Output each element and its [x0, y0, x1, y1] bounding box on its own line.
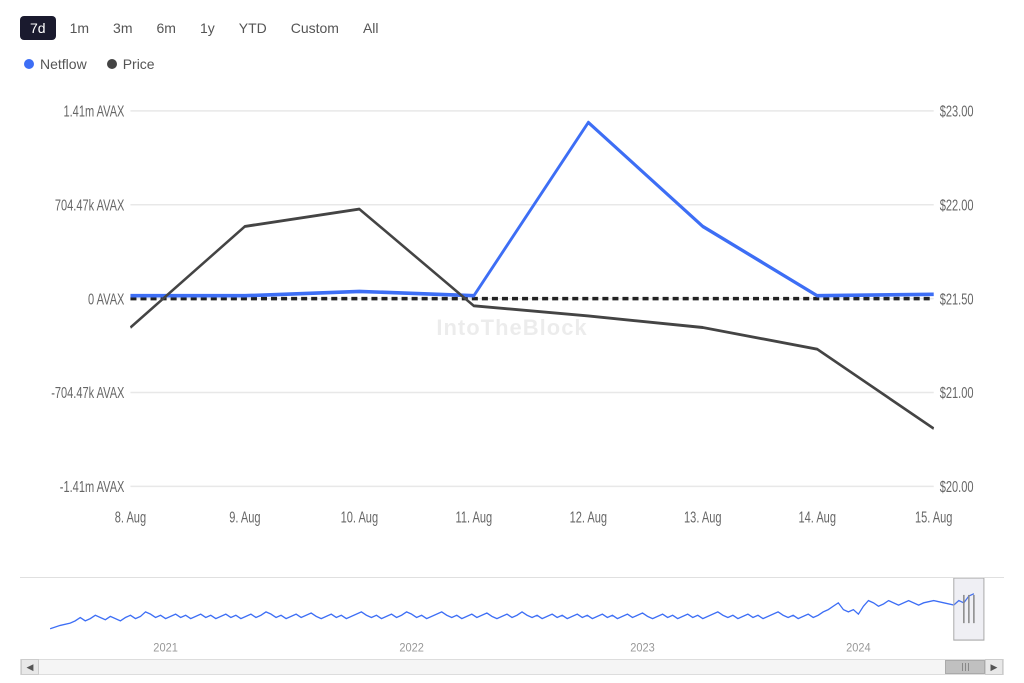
- legend-price: Price: [107, 56, 155, 72]
- netflow-label: Netflow: [40, 56, 87, 72]
- btn-3m[interactable]: 3m: [103, 16, 142, 40]
- scroll-right-arrow[interactable]: ▶: [985, 659, 1003, 675]
- svg-text:2021: 2021: [153, 641, 178, 655]
- main-container: 7d 1m 3m 6m 1y YTD Custom All Netflow Pr…: [0, 0, 1024, 683]
- price-label: Price: [123, 56, 155, 72]
- btn-6m[interactable]: 6m: [146, 16, 185, 40]
- btn-7d[interactable]: 7d: [20, 16, 56, 40]
- svg-text:0 AVAX: 0 AVAX: [88, 290, 124, 307]
- grip-2: [965, 663, 966, 671]
- time-range-bar: 7d 1m 3m 6m 1y YTD Custom All: [20, 16, 1004, 40]
- svg-text:9. Aug: 9. Aug: [229, 509, 260, 526]
- scroll-bar: ◀ ▶: [20, 659, 1004, 675]
- scroll-left-arrow[interactable]: ◀: [21, 659, 39, 675]
- svg-text:2022: 2022: [399, 641, 424, 655]
- svg-text:13. Aug: 13. Aug: [684, 509, 721, 526]
- chart-legend: Netflow Price: [20, 56, 1004, 72]
- price-dot: [107, 59, 117, 69]
- svg-text:15. Aug: 15. Aug: [915, 509, 952, 526]
- grip-1: [962, 663, 963, 671]
- svg-text:2024: 2024: [846, 641, 871, 655]
- svg-text:$21.50: $21.50: [940, 290, 974, 307]
- svg-text:$22.00: $22.00: [940, 197, 974, 214]
- scroll-thumb[interactable]: [945, 660, 985, 674]
- btn-all[interactable]: All: [353, 16, 389, 40]
- main-chart-svg: 1.41m AVAX 704.47k AVAX 0 AVAX -704.47k …: [20, 82, 1004, 573]
- main-chart-wrapper: IntoTheBlock 1.41m AVAX 704.47k AVAX 0 A…: [20, 82, 1004, 573]
- svg-text:10. Aug: 10. Aug: [341, 509, 378, 526]
- svg-text:11. Aug: 11. Aug: [456, 509, 493, 526]
- mini-chart-wrapper: 2021 2022 2023 2024: [20, 577, 1004, 657]
- btn-ytd[interactable]: YTD: [229, 16, 277, 40]
- svg-text:14. Aug: 14. Aug: [799, 509, 836, 526]
- mini-chart-svg: 2021 2022 2023 2024: [20, 578, 1004, 657]
- svg-text:-1.41m AVAX: -1.41m AVAX: [60, 478, 125, 495]
- svg-text:8. Aug: 8. Aug: [115, 509, 146, 526]
- btn-1m[interactable]: 1m: [60, 16, 99, 40]
- netflow-dot: [24, 59, 34, 69]
- svg-text:$23.00: $23.00: [940, 103, 974, 120]
- svg-text:12. Aug: 12. Aug: [570, 509, 607, 526]
- svg-text:-704.47k AVAX: -704.47k AVAX: [51, 384, 124, 401]
- svg-text:$21.00: $21.00: [940, 384, 974, 401]
- grip-3: [968, 663, 969, 671]
- btn-custom[interactable]: Custom: [281, 16, 349, 40]
- chart-area: IntoTheBlock 1.41m AVAX 704.47k AVAX 0 A…: [20, 82, 1004, 675]
- svg-text:1.41m AVAX: 1.41m AVAX: [63, 103, 124, 120]
- svg-text:$20.00: $20.00: [940, 478, 974, 495]
- btn-1y[interactable]: 1y: [190, 16, 225, 40]
- svg-text:2023: 2023: [630, 641, 655, 655]
- svg-text:704.47k AVAX: 704.47k AVAX: [55, 197, 125, 214]
- legend-netflow: Netflow: [24, 56, 87, 72]
- scroll-track[interactable]: [39, 660, 985, 674]
